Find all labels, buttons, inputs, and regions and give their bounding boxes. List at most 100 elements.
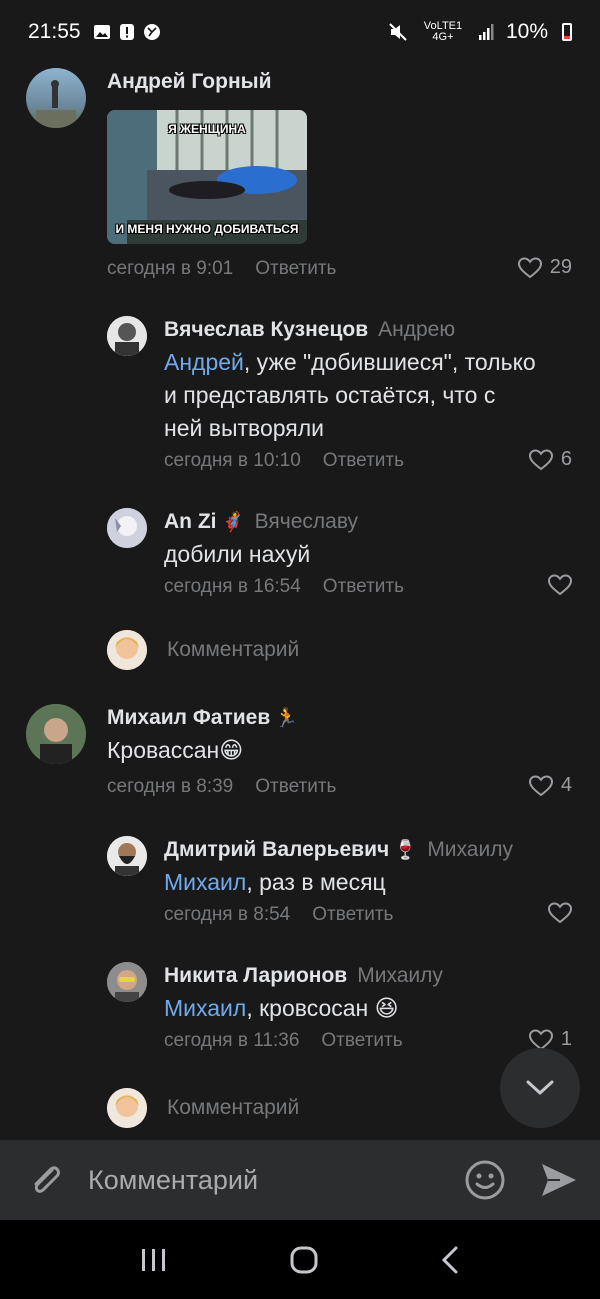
comment-vyacheslav: Вячеслав Кузнецов Андрею Андрей, уже "доб… xyxy=(0,314,600,484)
avatar[interactable] xyxy=(107,962,147,1002)
vpn-icon xyxy=(143,24,160,40)
comment-text-line: ней вытворяли xyxy=(164,415,325,441)
comment-author[interactable]: Андрей Горный xyxy=(107,70,271,94)
comment-text: Кровассан😁 xyxy=(107,734,243,767)
heart-icon xyxy=(528,448,553,470)
comment-text: добили нахуй xyxy=(164,541,311,567)
my-avatar xyxy=(107,630,147,670)
reply-to-label[interactable]: Михаилу xyxy=(427,838,513,861)
like-count: 6 xyxy=(560,448,572,470)
comment-text: Андрей, уже "добившиеся", только и предс… xyxy=(164,346,584,445)
mention-link[interactable]: Андрей xyxy=(164,349,244,375)
comment-text-value: , раз в месяц xyxy=(246,869,386,895)
like-count: 1 xyxy=(560,1028,572,1050)
comment-meta: сегодня в 8:54 Ответить xyxy=(164,904,393,926)
like-button[interactable]: 6 xyxy=(528,448,572,471)
battery-percent: 10% xyxy=(505,20,548,43)
comment-author[interactable]: Дмитрий Валерьевич xyxy=(164,838,389,861)
mention-link[interactable]: Михаил xyxy=(164,995,246,1021)
author-emoji: 🦸 xyxy=(220,512,245,533)
network-label: VoLTE1 4G+ xyxy=(423,20,463,43)
reply-to-label[interactable]: Вячеславу xyxy=(255,510,358,533)
thread-reply-composer[interactable]: Комментарий xyxy=(107,630,299,670)
heart-icon xyxy=(528,774,553,796)
comment-time: сегодня в 16:54 xyxy=(164,576,301,597)
recent-apps-icon[interactable] xyxy=(140,1247,168,1273)
home-icon[interactable] xyxy=(289,1245,319,1275)
back-icon[interactable] xyxy=(440,1245,460,1275)
thread-composer-placeholder[interactable]: Комментарий xyxy=(167,638,299,662)
signal-icon xyxy=(478,24,494,40)
alert-icon xyxy=(119,24,134,40)
comment-time: сегодня в 8:54 xyxy=(164,904,291,925)
comment-meta: сегодня в 11:36 Ответить xyxy=(164,1030,403,1052)
emoji-icon[interactable] xyxy=(464,1159,506,1201)
reply-button[interactable]: Ответить xyxy=(255,258,336,280)
avatar[interactable] xyxy=(107,316,147,356)
avatar[interactable] xyxy=(107,508,147,548)
thread-composer-placeholder[interactable]: Комментарий xyxy=(167,1096,299,1120)
comment-author[interactable]: An Zi xyxy=(164,510,217,533)
like-button[interactable]: 4 xyxy=(528,774,572,797)
comment-text-value: Кровассан xyxy=(107,737,220,763)
heart-icon xyxy=(548,574,572,596)
reply-button[interactable]: Ответить xyxy=(323,450,404,472)
comment-author[interactable]: Михаил Фатиев xyxy=(107,706,270,729)
chevron-down-icon xyxy=(526,1080,554,1095)
reply-button[interactable]: Ответить xyxy=(312,904,393,926)
comment-meta: сегодня в 8:39 Ответить xyxy=(107,776,336,798)
comment-text: Михаил, раз в месяц xyxy=(164,866,386,899)
comment-time: сегодня в 8:39 xyxy=(107,776,234,797)
mute-icon xyxy=(389,23,407,41)
reply-button[interactable]: Ответить xyxy=(323,576,404,598)
like-button[interactable]: 29 xyxy=(517,256,572,279)
reply-to-label[interactable]: Михаилу xyxy=(357,964,443,987)
text-emoji: 😆 xyxy=(374,995,399,1021)
comment-author[interactable]: Никита Ларионов xyxy=(164,964,347,987)
comment-nikita: Никита Ларионов Михаилу Михаил, кровсосан… xyxy=(0,960,600,1070)
meme-caption-top: Я ЖЕНЩИНА xyxy=(168,122,246,136)
avatar[interactable] xyxy=(26,68,86,128)
battery-icon xyxy=(562,23,572,41)
comment-text: Михаил, кровсосан 😆 xyxy=(164,992,399,1025)
attach-icon[interactable] xyxy=(28,1160,64,1200)
mention-link[interactable]: Михаил xyxy=(164,869,246,895)
like-button[interactable] xyxy=(548,902,572,924)
comment-text-line: , уже "добившиеся", только xyxy=(243,349,536,375)
status-time: 21:55 xyxy=(28,20,81,43)
send-icon[interactable] xyxy=(540,1162,578,1198)
like-count: 4 xyxy=(560,774,572,796)
comment-dmitry: Дмитрий Валерьевич 🍷 Михаилу Михаил, раз … xyxy=(0,834,600,944)
comment-input-bar: Комментарий xyxy=(0,1140,600,1220)
comment-andrey: Андрей Горный Я ЖЕНЩИНА И МЕНЯ НУЖНО ДОБ… xyxy=(0,64,600,304)
gallery-icon xyxy=(93,25,110,39)
reply-button[interactable]: Ответить xyxy=(321,1030,402,1052)
comment-meta: сегодня в 9:01 Ответить xyxy=(107,258,336,280)
comment-image[interactable]: Я ЖЕНЩИНА И МЕНЯ НУЖНО ДОБИВАТЬСЯ xyxy=(107,110,307,244)
heart-icon xyxy=(548,902,572,924)
system-nav-bar xyxy=(0,1220,600,1299)
avatar[interactable] xyxy=(26,704,86,764)
comment-time: сегодня в 9:01 xyxy=(107,258,234,279)
reply-to-label[interactable]: Андрею xyxy=(378,318,455,341)
thread-reply-composer[interactable]: Комментарий xyxy=(107,1088,299,1128)
comment-time: сегодня в 10:10 xyxy=(164,450,301,471)
comment-time: сегодня в 11:36 xyxy=(164,1030,300,1051)
avatar[interactable] xyxy=(107,836,147,876)
comment-input[interactable]: Комментарий xyxy=(88,1165,464,1196)
my-avatar xyxy=(107,1088,147,1128)
comments-feed[interactable]: Андрей Горный Я ЖЕНЩИНА И МЕНЯ НУЖНО ДОБ… xyxy=(0,64,600,1140)
author-emoji: 🍷 xyxy=(393,840,418,861)
comment-text-line: и представлять остаётся, что с xyxy=(164,382,496,408)
comment-meta: сегодня в 16:54 Ответить xyxy=(164,576,404,598)
like-button[interactable] xyxy=(548,574,572,596)
status-bar: 21:55 VoLTE1 4G+ 10% xyxy=(0,0,600,64)
comment-author[interactable]: Вячеслав Кузнецов xyxy=(164,318,368,341)
like-count: 29 xyxy=(549,256,572,278)
meme-caption-bottom: И МЕНЯ НУЖНО ДОБИВАТЬСЯ xyxy=(115,222,299,236)
reply-button[interactable]: Ответить xyxy=(255,776,336,798)
text-emoji: 😁 xyxy=(219,737,244,763)
comment-text-value: , кровсосан xyxy=(246,995,369,1021)
comment-mikhail: Михаил Фатиев 🏃 Кровассан😁 сегодня в 8:3… xyxy=(0,702,600,812)
scroll-down-button[interactable] xyxy=(500,1048,580,1128)
